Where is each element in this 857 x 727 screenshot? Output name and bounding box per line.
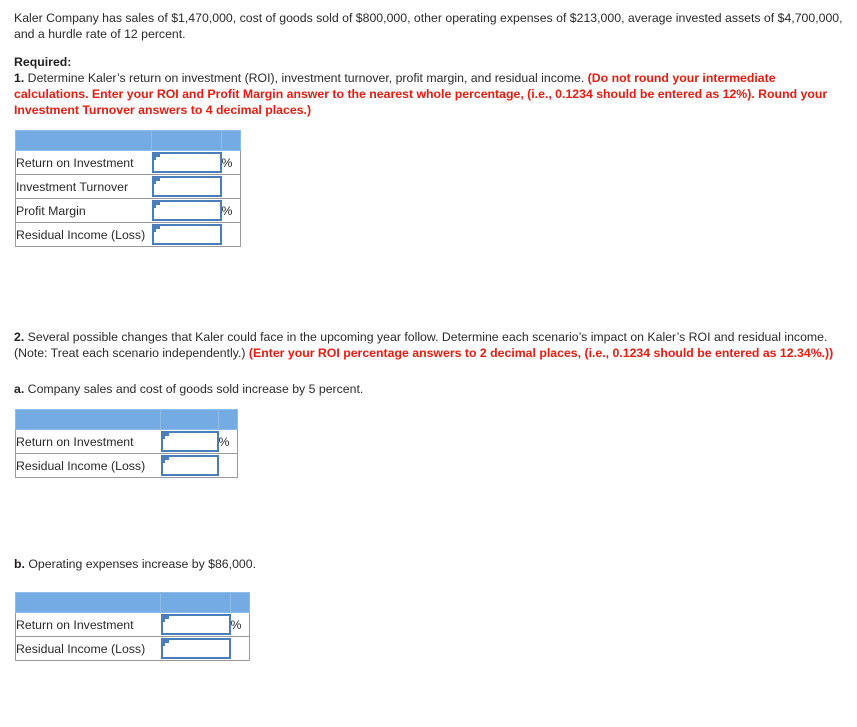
scenario-a-text: Company sales and cost of goods sold inc…: [24, 382, 364, 396]
table-header-cell-label: [15, 592, 161, 613]
table-row: Residual Income (Loss): [15, 222, 241, 247]
scenario-b-block: b. Operating expenses increase by $86,00…: [14, 556, 849, 572]
table-header-cell-label: [15, 130, 152, 151]
answer-table-1: Return on Investment % Investment Turnov…: [15, 130, 241, 247]
input-wrapper: [160, 455, 219, 476]
question-1-text: Determine Kaler’s return on investment (…: [24, 71, 588, 85]
answer-table-3: Return on Investment % Residual Income (…: [15, 592, 250, 661]
scenario-a-return-on-investment-input[interactable]: [160, 431, 219, 452]
profit-margin-input[interactable]: [151, 200, 222, 221]
question-1-number: 1.: [14, 71, 25, 85]
row-unit-blank: [230, 636, 250, 661]
table-header-cell-unit: [218, 409, 238, 430]
scenario-b-return-on-investment-input[interactable]: [160, 614, 231, 635]
input-cell: [160, 429, 219, 454]
scenario-b-letter: b.: [14, 557, 25, 571]
residual-income-input[interactable]: [151, 224, 222, 245]
input-cell: [151, 150, 222, 175]
scenario-a-block: a. Company sales and cost of goods sold …: [14, 381, 849, 397]
scenario-b-text: Operating expenses increase by $86,000.: [24, 557, 256, 571]
input-cell: [160, 453, 219, 478]
table-row: Residual Income (Loss): [15, 636, 250, 661]
row-label-return-on-investment: Return on Investment: [15, 612, 161, 637]
question-1-block: 1. Determine Kaler’s return on investmen…: [14, 70, 849, 118]
row-unit-percent: %: [218, 429, 238, 454]
row-label-residual-income: Residual Income (Loss): [15, 222, 152, 247]
input-cell: [160, 612, 231, 637]
row-label-residual-income: Residual Income (Loss): [15, 453, 161, 478]
table-row: Profit Margin %: [15, 198, 241, 223]
table-header-cell-value: [151, 130, 222, 151]
answer-table-3-container: Return on Investment % Residual Income (…: [15, 592, 849, 661]
required-label: Required:: [14, 54, 849, 70]
row-unit-blank: [221, 174, 241, 199]
input-cell: [151, 222, 222, 247]
table-header-row: [15, 409, 238, 430]
input-wrapper: [151, 152, 222, 173]
input-wrapper: [151, 224, 222, 245]
row-label-profit-margin: Profit Margin: [15, 198, 152, 223]
input-cell: [151, 174, 222, 199]
row-unit-blank: [218, 453, 238, 478]
input-wrapper: [160, 431, 219, 452]
input-wrapper: [151, 176, 222, 197]
input-cell: [160, 636, 231, 661]
input-wrapper: [160, 638, 231, 659]
table-header-cell-unit: [221, 130, 241, 151]
investment-turnover-input[interactable]: [151, 176, 222, 197]
row-label-return-on-investment: Return on Investment: [15, 150, 152, 175]
row-unit-percent: %: [221, 150, 241, 175]
problem-intro-paragraph: Kaler Company has sales of $1,470,000, c…: [14, 10, 849, 42]
table-row: Return on Investment %: [15, 150, 241, 175]
table-row: Investment Turnover: [15, 174, 241, 199]
return-on-investment-input[interactable]: [151, 152, 222, 173]
table-row: Return on Investment %: [15, 429, 238, 454]
answer-table-2: Return on Investment % Residual Income (…: [15, 409, 238, 478]
table-header-cell-label: [15, 409, 161, 430]
question-2-block: 2. Several possible changes that Kaler c…: [14, 329, 849, 361]
scenario-b-residual-income-input[interactable]: [160, 638, 231, 659]
table-header-row: [15, 130, 241, 151]
row-unit-blank: [221, 222, 241, 247]
row-label-residual-income: Residual Income (Loss): [15, 636, 161, 661]
scenario-a-residual-income-input[interactable]: [160, 455, 219, 476]
answer-table-2-container: Return on Investment % Residual Income (…: [15, 409, 849, 478]
row-unit-percent: %: [221, 198, 241, 223]
problem-intro-text: Kaler Company has sales of $1,470,000, c…: [14, 11, 843, 41]
scenario-a-letter: a.: [14, 382, 25, 396]
required-label-text: Required:: [14, 55, 72, 69]
question-2-number: 2.: [14, 330, 25, 344]
question-2-instruction: (Enter your ROI percentage answers to 2 …: [248, 346, 834, 360]
row-label-return-on-investment: Return on Investment: [15, 429, 161, 454]
input-wrapper: [160, 614, 231, 635]
table-row: Residual Income (Loss): [15, 453, 238, 478]
answer-table-1-container: Return on Investment % Investment Turnov…: [15, 130, 849, 247]
row-label-investment-turnover: Investment Turnover: [15, 174, 152, 199]
input-wrapper: [151, 200, 222, 221]
input-cell: [151, 198, 222, 223]
worksheet-page: Kaler Company has sales of $1,470,000, c…: [0, 0, 857, 661]
table-row: Return on Investment %: [15, 612, 250, 637]
row-unit-percent: %: [230, 612, 250, 637]
table-header-row: [15, 592, 250, 613]
table-header-cell-value: [160, 409, 219, 430]
table-header-cell-value: [160, 592, 231, 613]
table-header-cell-unit: [230, 592, 250, 613]
